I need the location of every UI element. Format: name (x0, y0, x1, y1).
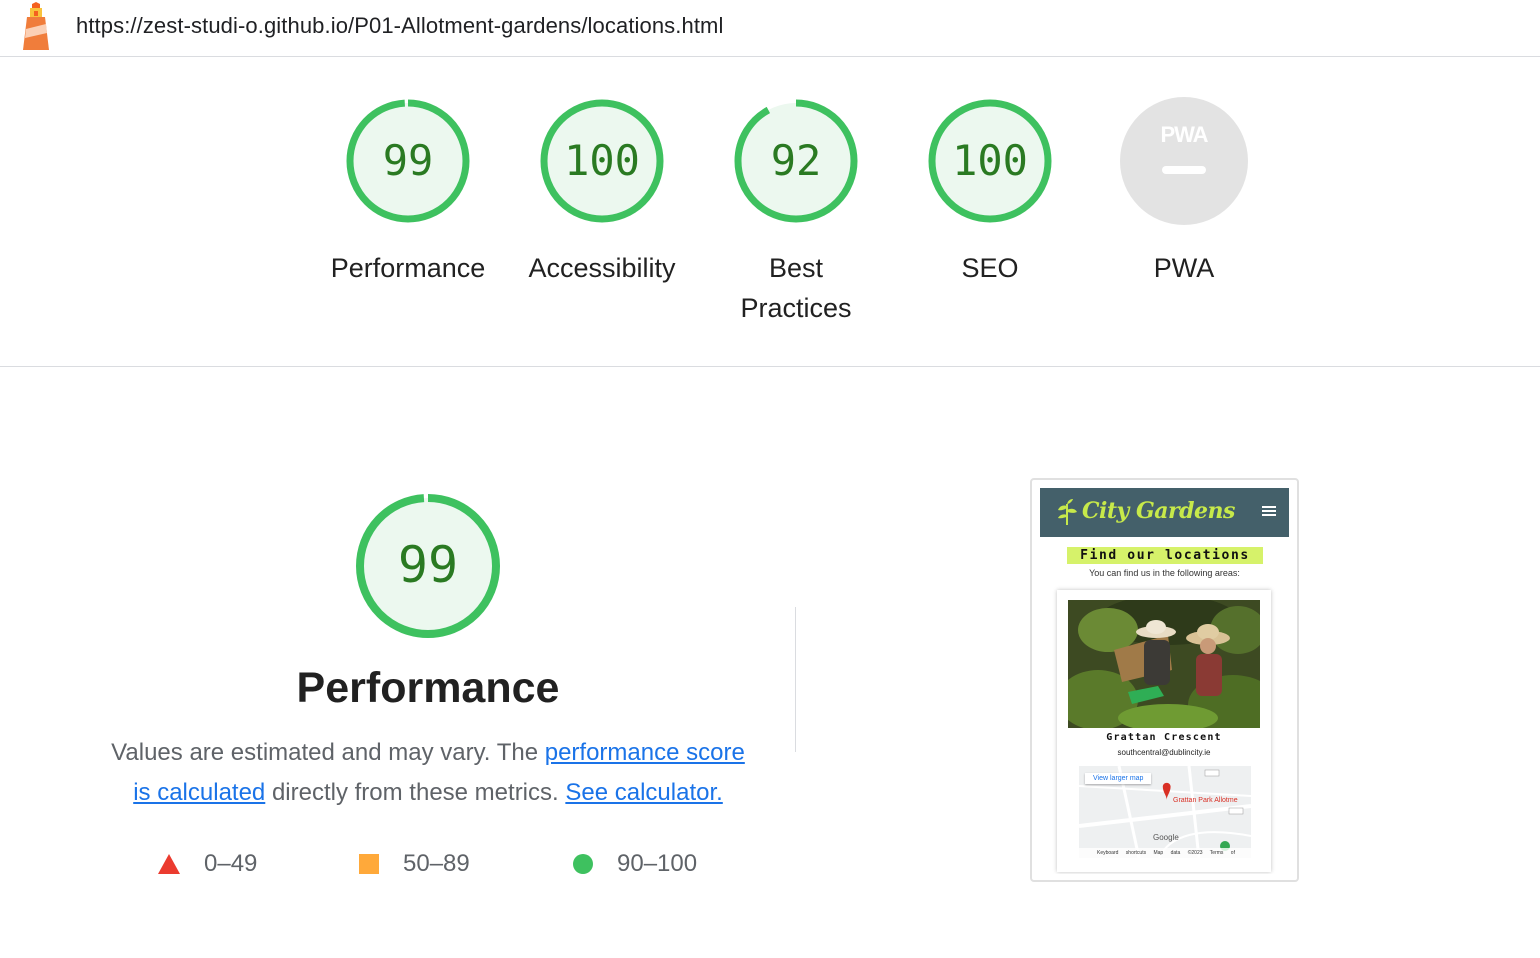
performance-score: 99 (398, 536, 458, 594)
legend-average: 50–89 (359, 848, 470, 880)
gauge-score: 92 (771, 136, 822, 185)
performance-title: Performance (296, 664, 560, 712)
url-text[interactable]: https://zest-studi-o.github.io/P01-Allot… (76, 13, 723, 39)
leaf-logo-icon (1058, 499, 1077, 525)
site-header: City Gardens (1040, 488, 1289, 537)
location-email: southcentral@dublincity.ie (1117, 748, 1211, 757)
site-brand: City Gardens (1082, 498, 1235, 524)
lighthouse-logo-icon (23, 2, 49, 50)
gauge-ring-icon: 99 (346, 99, 470, 223)
garden-photo (1068, 600, 1260, 728)
gauge-performance[interactable]: 99 Performance (308, 96, 508, 288)
gauge-ring-icon: 92 (734, 99, 858, 223)
performance-gauge: 99 (356, 494, 500, 638)
performance-description: Values are estimated and may vary. The p… (100, 733, 756, 813)
legend-range: 50–89 (403, 850, 470, 877)
location-card: Grattan Crescent southcentral@dublincity… (1057, 590, 1271, 872)
url-bar: https://zest-studi-o.github.io/P01-Allot… (0, 0, 1540, 57)
gauge-ring-icon: 100 (928, 99, 1052, 223)
gauge-score: 100 (952, 136, 1028, 185)
legend-range: 90–100 (617, 850, 698, 877)
score-gauges: 99 Performance 100 Accessibility 92 Best… (0, 58, 1540, 367)
gauge-seo[interactable]: 100 SEO (890, 96, 1090, 288)
location-name: Grattan Crescent (1106, 732, 1222, 743)
gauge-score: 100 (564, 136, 640, 185)
gauge-label: Best Practices (696, 248, 896, 328)
gauge-label: Performance (330, 253, 486, 283)
gauge-best-practices[interactable]: 92 Best Practices (696, 96, 896, 328)
circle-icon (573, 854, 593, 874)
gauge-label: PWA (1153, 253, 1215, 283)
triangle-icon (158, 854, 180, 874)
legend-fail: 0–49 (158, 848, 257, 880)
section-divider (795, 607, 796, 752)
pwa-badge-icon: PWA (1120, 97, 1248, 225)
square-icon (359, 854, 379, 874)
gauge-label-line: Best (768, 253, 824, 283)
desc-prefix: Values are estimated and may vary. The (111, 739, 545, 766)
locations-heading: Find our locations (1067, 547, 1263, 564)
gauge-label-line: Practices (740, 293, 852, 323)
legend-pass: 90–100 (573, 848, 697, 880)
pwa-badge-text: PWA (1160, 122, 1208, 147)
gauge-pwa[interactable]: PWA PWA (1084, 96, 1284, 288)
screenshot-page: City Gardens Find our locations You can … (1040, 488, 1289, 874)
gauge-label: SEO (961, 253, 1019, 283)
map-footer: Keyboard shortcuts Map data ©2023 Terms … (1079, 848, 1251, 858)
gauge-ring-icon: 100 (540, 99, 664, 223)
legend-range: 0–49 (204, 850, 258, 877)
view-larger-map-button: View larger map (1085, 773, 1152, 784)
gauge-label: Accessibility (528, 253, 676, 283)
desc-middle: directly from these metrics. (265, 779, 566, 806)
locations-subheading: You can find us in the following areas: (1089, 568, 1240, 578)
gauge-score: 99 (383, 136, 434, 185)
hamburger-menu-icon (1262, 506, 1276, 516)
gauge-accessibility[interactable]: 100 Accessibility (502, 96, 702, 288)
map-pin-label: Grattan Park Allotme (1173, 797, 1238, 804)
embedded-map: View larger map Grattan Park Allotme Goo… (1079, 766, 1251, 858)
final-screenshot[interactable]: City Gardens Find our locations You can … (1030, 478, 1299, 882)
map-google-logo: Google (1153, 833, 1179, 842)
see-calculator-link[interactable]: See calculator. (565, 779, 722, 806)
